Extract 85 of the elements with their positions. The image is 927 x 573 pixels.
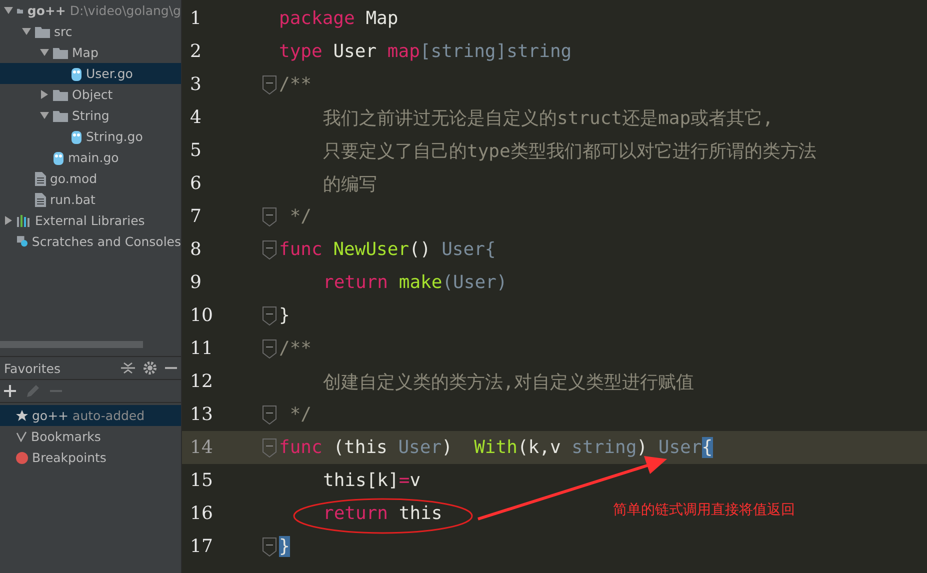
tree-item[interactable]: String.go bbox=[0, 126, 181, 147]
minimize-icon[interactable] bbox=[165, 366, 177, 370]
fold-marker-icon[interactable] bbox=[262, 240, 277, 260]
code-line: 创建自定义类的类方法,对自定义类型进行赋值 bbox=[323, 370, 694, 394]
folder-icon bbox=[53, 110, 68, 122]
panel-title: Favorites bbox=[4, 360, 60, 376]
gopher-file-icon bbox=[53, 150, 64, 164]
code-line: func (this User) With(k,v string) User{ bbox=[279, 437, 713, 458]
line-number: 9 bbox=[189, 272, 202, 293]
line-number: 3 bbox=[189, 74, 202, 95]
gopher-file-icon bbox=[71, 130, 82, 144]
line-number: 16 bbox=[189, 503, 214, 524]
tree-item[interactable]: User.go bbox=[0, 63, 181, 84]
expand-arrow-icon[interactable] bbox=[40, 111, 49, 120]
code-line: type User map[string]string bbox=[279, 41, 572, 62]
line-number: 14 bbox=[189, 437, 214, 458]
tree-item[interactable]: go.mod bbox=[0, 168, 181, 189]
star-icon bbox=[16, 410, 28, 422]
settings-icon[interactable] bbox=[143, 361, 157, 375]
code-line: */ bbox=[288, 206, 312, 227]
fold-marker-icon[interactable] bbox=[262, 536, 277, 556]
code-line: /** bbox=[279, 338, 312, 359]
tree-item[interactable]: External Libraries bbox=[0, 210, 181, 231]
expand-arrow-icon[interactable] bbox=[4, 6, 13, 15]
gopher-file-icon bbox=[71, 66, 82, 80]
code-line: 我们之前讲过无论是自定义的struct还是map或者其它, bbox=[323, 106, 774, 130]
code-line: /** bbox=[279, 74, 312, 95]
line-number: 8 bbox=[189, 239, 202, 260]
tree-item[interactable]: run.bat bbox=[0, 189, 181, 210]
expand-arrow-icon[interactable] bbox=[22, 27, 31, 36]
text-file-icon bbox=[35, 192, 46, 206]
code-line: } bbox=[279, 305, 290, 326]
line-number: 2 bbox=[189, 41, 202, 62]
code-line: */ bbox=[288, 404, 312, 425]
line-number: 7 bbox=[189, 206, 202, 227]
tree-item[interactable]: src bbox=[0, 21, 181, 42]
code-line: this[k]=v bbox=[323, 470, 421, 491]
favorites-item[interactable]: Bookmarks bbox=[0, 426, 181, 447]
text-file-icon bbox=[35, 172, 46, 186]
code-line: 只要定义了自己的type类型我们都可以对它进行所谓的类方法 bbox=[323, 140, 816, 162]
annotation-text: 简单的链式调用直接将值返回 bbox=[613, 501, 795, 519]
collapse-arrow-icon[interactable] bbox=[4, 216, 13, 225]
fold-marker-icon[interactable] bbox=[262, 438, 277, 458]
favorites-item[interactable]: go++ auto-added bbox=[0, 405, 181, 426]
tree-item[interactable]: String bbox=[0, 105, 181, 126]
collapse-all-icon[interactable] bbox=[121, 361, 135, 375]
line-number: 10 bbox=[189, 305, 214, 326]
line-number: 5 bbox=[189, 140, 202, 161]
tree-item[interactable]: go++ D:\video\golang\g bbox=[0, 0, 181, 21]
item-note: auto-added bbox=[72, 408, 145, 423]
tree-item[interactable]: Map bbox=[0, 42, 181, 63]
tree-item[interactable]: Object bbox=[0, 84, 181, 105]
line-number: 17 bbox=[189, 536, 214, 557]
fold-marker-icon[interactable] bbox=[262, 74, 277, 94]
code-line: return make(User) bbox=[323, 272, 508, 293]
fold-marker-icon[interactable] bbox=[262, 404, 277, 424]
code-line: package Map bbox=[279, 8, 398, 29]
fold-marker-icon[interactable] bbox=[262, 206, 277, 226]
folder-icon bbox=[53, 46, 68, 58]
line-number: 15 bbox=[189, 470, 214, 491]
expand-arrow-icon[interactable] bbox=[40, 48, 49, 57]
fold-marker-icon[interactable] bbox=[262, 338, 277, 358]
line-number: 4 bbox=[189, 107, 202, 128]
line-number: 11 bbox=[189, 338, 214, 359]
code-editor[interactable] bbox=[182, 0, 927, 573]
line-number: 1 bbox=[189, 8, 202, 29]
add-icon[interactable] bbox=[4, 385, 16, 397]
folder-icon bbox=[35, 26, 50, 38]
code-line: func NewUser() User{ bbox=[279, 239, 496, 260]
line-number: 12 bbox=[189, 371, 214, 392]
folder-icon bbox=[53, 88, 68, 100]
code-line: return this bbox=[323, 503, 442, 524]
line-number: 6 bbox=[189, 173, 202, 194]
project-path: D:\video\golang\g bbox=[70, 3, 181, 18]
favorites-item[interactable]: Breakpoints bbox=[0, 447, 181, 468]
libraries-icon bbox=[17, 214, 31, 226]
check-icon bbox=[16, 431, 27, 442]
collapse-arrow-icon[interactable] bbox=[40, 90, 49, 99]
code-line: 的编写 bbox=[323, 172, 377, 196]
tree-item[interactable]: main.go bbox=[0, 147, 181, 168]
fold-marker-icon[interactable] bbox=[262, 306, 277, 326]
tree-item[interactable]: Scratches and Consoles bbox=[0, 231, 181, 252]
scratches-icon bbox=[17, 234, 28, 249]
scrollbar[interactable] bbox=[0, 341, 143, 348]
line-number: 13 bbox=[189, 404, 214, 425]
